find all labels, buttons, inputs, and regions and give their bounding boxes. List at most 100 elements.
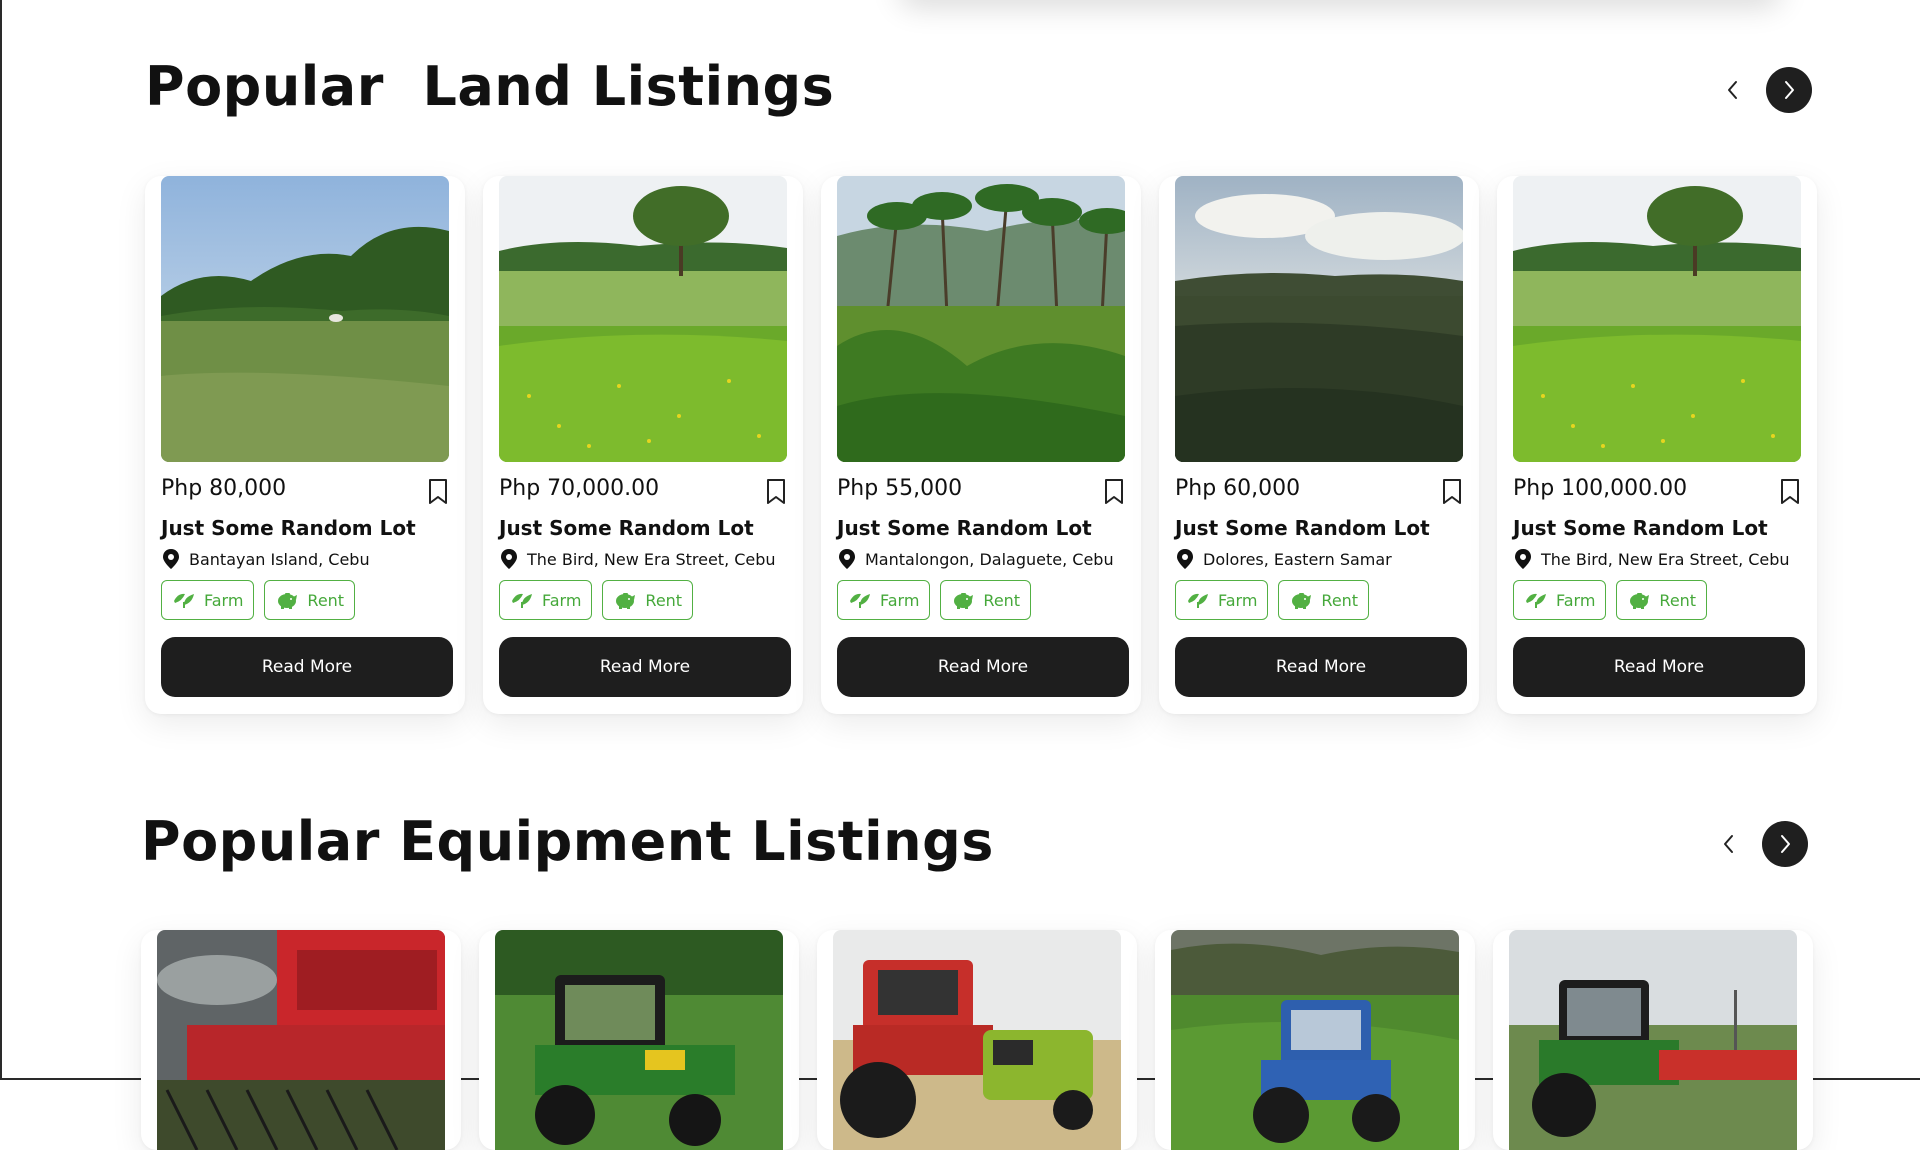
equipment-photo[interactable] (1509, 930, 1797, 1150)
tag-rent-label: Rent (983, 590, 1021, 610)
leaf-icon (1188, 593, 1208, 608)
equipment-card (479, 930, 799, 1150)
land-card: Php 70,000.00 Just Some Random Lot The B… (483, 176, 803, 714)
location-text: The Bird, New Era Street, Cebu (1541, 549, 1790, 569)
bookmark-icon[interactable] (1441, 478, 1463, 506)
tag-farm[interactable]: Farm (1175, 580, 1269, 620)
land-photo[interactable] (1175, 176, 1463, 462)
tag-farm-label: Farm (542, 590, 582, 610)
land-card: Php 100,000.00 Just Some Random Lot The … (1497, 176, 1817, 714)
leaf-icon (1526, 593, 1546, 608)
location-text: Bantayan Island, Cebu (189, 549, 370, 569)
listing-tags: Farm Rent (1513, 580, 1708, 620)
location-pin-icon (163, 549, 179, 569)
land-card: Php 55,000 Just Some Random Lot Mantalon… (821, 176, 1141, 714)
location-text: Dolores, Eastern Samar (1203, 549, 1392, 569)
listing-location: Dolores, Eastern Samar (1175, 548, 1392, 570)
land-listings-row: Php 80,000 Just Some Random Lot Bantayan… (145, 176, 1817, 714)
chevron-right-icon (1785, 81, 1794, 99)
equipment-listings-title: Popular Equipment Listings (141, 810, 994, 873)
equipment-next-button[interactable] (1762, 821, 1808, 867)
chevron-left-icon (1724, 835, 1733, 853)
equipment-card (141, 930, 461, 1150)
listing-price: Php 55,000 (837, 476, 963, 501)
land-listings-title: Popular Land Listings (145, 55, 835, 118)
leaf-icon (174, 593, 194, 608)
piggy-bank-icon (278, 593, 298, 609)
listing-tags: Farm Rent (161, 580, 356, 620)
land-photo[interactable] (1513, 176, 1801, 462)
listing-location: The Bird, New Era Street, Cebu (499, 548, 776, 570)
listing-name: Just Some Random Lot (161, 516, 416, 540)
equipment-photo[interactable] (1171, 930, 1459, 1150)
listing-tags: Farm Rent (499, 580, 694, 620)
land-card: Php 60,000 Just Some Random Lot Dolores,… (1159, 176, 1479, 714)
piggy-bank-icon (1630, 593, 1650, 609)
tag-rent[interactable]: Rent (940, 580, 1032, 620)
tag-rent[interactable]: Rent (264, 580, 356, 620)
equipment-photo[interactable] (495, 930, 783, 1150)
land-photo[interactable] (837, 176, 1125, 462)
listing-name: Just Some Random Lot (499, 516, 754, 540)
piggy-bank-icon (1292, 593, 1312, 609)
bookmark-icon[interactable] (1103, 478, 1125, 506)
tag-rent-label: Rent (1659, 590, 1697, 610)
bookmark-icon[interactable] (1779, 478, 1801, 506)
tag-rent[interactable]: Rent (1616, 580, 1708, 620)
equipment-photo[interactable] (833, 930, 1121, 1150)
tag-farm-label: Farm (204, 590, 244, 610)
read-more-button[interactable]: Read More (499, 637, 791, 697)
tag-farm[interactable]: Farm (1513, 580, 1607, 620)
equipment-card (817, 930, 1137, 1150)
leaf-icon (512, 593, 532, 608)
read-more-button[interactable]: Read More (1175, 637, 1467, 697)
equipment-carousel-nav (1716, 821, 1808, 867)
bookmark-icon[interactable] (765, 478, 787, 506)
listing-price: Php 80,000 (161, 476, 287, 501)
land-carousel-nav (1720, 67, 1812, 113)
equipment-card (1493, 930, 1813, 1150)
listing-price: Php 70,000.00 (499, 476, 660, 501)
listing-location: Mantalongon, Dalaguete, Cebu (837, 548, 1114, 570)
read-more-button[interactable]: Read More (161, 637, 453, 697)
location-text: Mantalongon, Dalaguete, Cebu (865, 549, 1114, 569)
land-prev-button[interactable] (1720, 77, 1746, 103)
land-photo[interactable] (499, 176, 787, 462)
tag-rent-label: Rent (645, 590, 683, 610)
location-pin-icon (1177, 549, 1193, 569)
listing-price: Php 100,000.00 (1513, 476, 1688, 501)
listing-tags: Farm Rent (837, 580, 1032, 620)
equipment-prev-button[interactable] (1716, 831, 1742, 857)
tag-farm[interactable]: Farm (837, 580, 931, 620)
land-card: Php 80,000 Just Some Random Lot Bantayan… (145, 176, 465, 714)
chevron-right-icon (1781, 835, 1790, 853)
listing-price: Php 60,000 (1175, 476, 1301, 501)
equipment-photo[interactable] (157, 930, 445, 1150)
equipment-card (1155, 930, 1475, 1150)
tag-rent-label: Rent (307, 590, 345, 610)
tag-farm[interactable]: Farm (499, 580, 593, 620)
tag-farm-label: Farm (1556, 590, 1596, 610)
tag-farm[interactable]: Farm (161, 580, 255, 620)
chevron-left-icon (1728, 81, 1737, 99)
listing-name: Just Some Random Lot (1175, 516, 1430, 540)
location-pin-icon (839, 549, 855, 569)
location-text: The Bird, New Era Street, Cebu (527, 549, 776, 569)
piggy-bank-icon (616, 593, 636, 609)
equipment-listings-row (141, 930, 1813, 1150)
read-more-button[interactable]: Read More (1513, 637, 1805, 697)
read-more-button[interactable]: Read More (837, 637, 1129, 697)
listing-tags: Farm Rent (1175, 580, 1370, 620)
listing-name: Just Some Random Lot (1513, 516, 1768, 540)
location-pin-icon (501, 549, 517, 569)
location-pin-icon (1515, 549, 1531, 569)
land-photo[interactable] (161, 176, 449, 462)
listing-location: Bantayan Island, Cebu (161, 548, 370, 570)
window-left-edge (0, 0, 2, 1080)
tag-rent-label: Rent (1321, 590, 1359, 610)
land-next-button[interactable] (1766, 67, 1812, 113)
tag-farm-label: Farm (880, 590, 920, 610)
tag-rent[interactable]: Rent (1278, 580, 1370, 620)
tag-rent[interactable]: Rent (602, 580, 694, 620)
bookmark-icon[interactable] (427, 478, 449, 506)
